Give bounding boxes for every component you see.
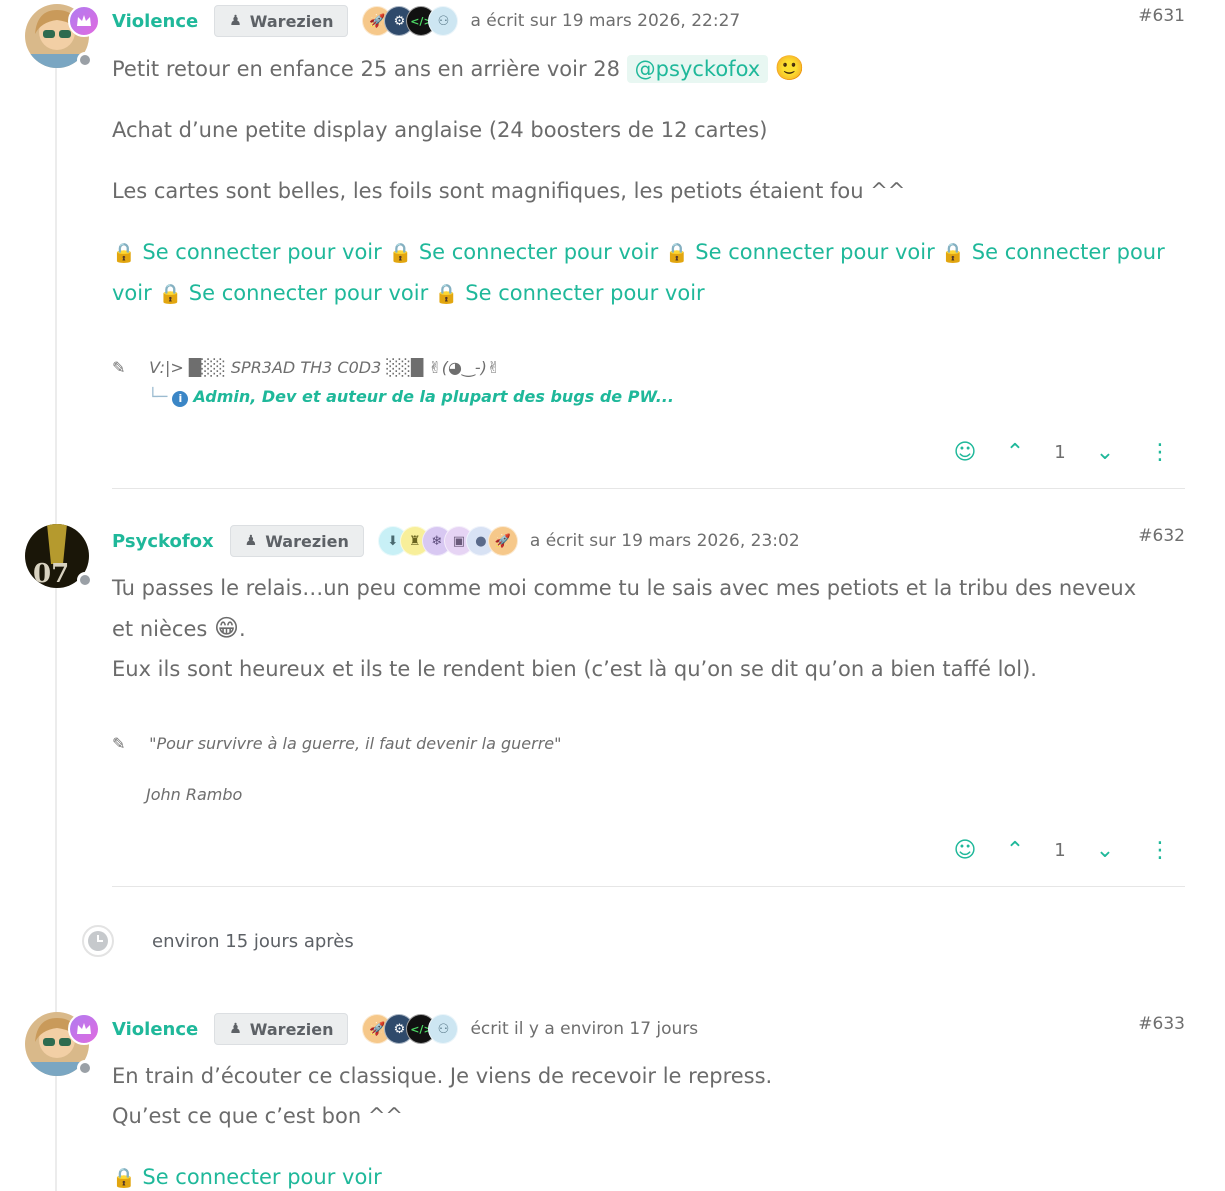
users-icon[interactable]: ⚇ — [428, 1014, 459, 1044]
content-line: Petit retour en enfance 25 ans en arrièr… — [112, 48, 1187, 89]
signature-link[interactable]: Admin, Dev et auteur de la plupart des b… — [193, 387, 674, 406]
group-label: Warezien — [249, 11, 334, 31]
content-line: Eux ils sont heureux et ils te le renden… — [112, 657, 1037, 681]
content-line: Tu passes le relais…un peu comme moi com… — [112, 576, 1137, 600]
post-content: En train d’écouter ce classique. Je vien… — [112, 1056, 1187, 1191]
group-label: Warezien — [265, 531, 349, 551]
more-options-icon[interactable]: ⋮ — [1135, 440, 1185, 465]
signature-text: "Pour survivre à la guerre, il faut deve… — [149, 734, 562, 753]
user-group-icon: ♟ — [244, 533, 258, 549]
content-line: et nièces 😁. — [112, 614, 246, 642]
group-badge[interactable]: ♟ Warezien — [214, 1013, 349, 1045]
upvote-icon[interactable]: ⌃ — [985, 440, 1045, 465]
user-mention[interactable]: @psyckofox — [626, 55, 769, 83]
username-link[interactable]: Violence — [112, 11, 198, 32]
badges-list: ⬇ ♜ ❄ ▣ ● 🚀 — [377, 526, 518, 556]
lock-icon: 🔒 — [158, 283, 183, 305]
user-group-icon: ♟ — [229, 1021, 242, 1037]
login-link[interactable]: Se connecter pour voir — [189, 281, 428, 305]
user-group-icon: ♟ — [229, 13, 242, 29]
login-link[interactable]: Se connecter pour voir — [419, 240, 658, 264]
username-link[interactable]: Psyckofox — [112, 531, 214, 552]
tree-connector: └─ — [148, 387, 168, 406]
vote-count: 1 — [1054, 840, 1066, 861]
info-icon: i — [172, 390, 189, 407]
post-header: Violence ♟ Warezien 🚀 ⚙ </> ⚇ écrit il y… — [112, 1013, 698, 1045]
upvote-icon[interactable]: ⌃ — [985, 838, 1045, 863]
post-actions: ☺ ⌃ 1 ⌄ ⋮ — [945, 838, 1185, 863]
post-actions: ☺ ⌃ 1 ⌄ ⋮ — [945, 440, 1185, 465]
post-header: Psyckofox ♟ Warezien ⬇ ♜ ❄ ▣ ● 🚀 a écrit… — [112, 525, 800, 557]
login-link[interactable]: Se connecter pour voir — [695, 240, 934, 264]
signature-line: John Rambo — [146, 785, 243, 804]
posted-timestamp[interactable]: a écrit sur 19 mars 2026, 22:27 — [470, 11, 740, 31]
vote-count: 1 — [1054, 442, 1066, 463]
content-text: et nièces — [112, 617, 208, 641]
rocket-icon[interactable]: 🚀 — [487, 526, 518, 556]
posted-timestamp[interactable]: écrit il y a environ 17 jours — [470, 1019, 698, 1039]
lock-icon: 🔒 — [664, 242, 689, 264]
post-number[interactable]: #633 — [1138, 1014, 1185, 1034]
content-line: Achat d’une petite display anglaise (24 … — [112, 118, 768, 142]
group-badge[interactable]: ♟ Warezien — [229, 525, 364, 557]
users-icon[interactable]: ⚇ — [428, 6, 459, 36]
group-label: Warezien — [249, 1019, 334, 1039]
downvote-icon[interactable]: ⌄ — [1075, 440, 1135, 465]
signature: ✎ "Pour survivre à la guerre, il faut de… — [112, 734, 562, 804]
admin-crown-icon — [68, 1013, 100, 1045]
group-badge[interactable]: ♟ Warezien — [214, 5, 349, 37]
content-line: Les cartes sont belles, les foils sont m… — [112, 179, 906, 203]
badges-list: 🚀 ⚙ </> ⚇ — [362, 6, 459, 36]
post-content: Petit retour en enfance 25 ans en arrièr… — [112, 48, 1187, 314]
clock-icon — [82, 925, 114, 957]
post-header: Violence ♟ Warezien 🚀 ⚙ </> ⚇ a écrit su… — [112, 5, 740, 37]
edit-signature-icon: ✎ — [112, 358, 126, 377]
reaction-smile-icon[interactable]: ☺ — [945, 440, 985, 465]
grin-emoji: 😁 — [214, 614, 240, 642]
svg-text:07: 07 — [33, 559, 69, 588]
post-divider — [112, 488, 1185, 489]
login-link[interactable]: Se connecter pour voir — [142, 240, 381, 264]
badges-list: 🚀 ⚙ </> ⚇ — [362, 1014, 459, 1044]
content-line: En train d’écouter ce classique. Je vien… — [112, 1064, 773, 1088]
content-line: Qu’est ce que c’est bon ^^ — [112, 1104, 404, 1128]
status-offline-indicator — [77, 572, 93, 588]
username-link[interactable]: Violence — [112, 1019, 198, 1040]
lock-icon: 🔒 — [434, 283, 459, 305]
signature-line: ✎ V:|> █░░ SPR3AD TH3 C0D3 ░░█ ✌(◕‿-)✌ — [112, 358, 674, 377]
posted-timestamp[interactable]: a écrit sur 19 mars 2026, 23:02 — [530, 531, 800, 551]
time-gap-separator: environ 15 jours après — [82, 925, 354, 957]
login-links: 🔒 Se connecter pour voir 🔒 Se connecter … — [112, 232, 1172, 314]
post-divider — [112, 886, 1185, 887]
smile-emoji: 🙂 — [774, 54, 805, 82]
lock-icon: 🔒 — [388, 242, 413, 264]
signature-text: V:|> █░░ SPR3AD TH3 C0D3 ░░█ ✌(◕‿-)✌ — [149, 358, 501, 377]
login-link[interactable]: Se connecter pour voir — [142, 1165, 381, 1189]
post-number[interactable]: #632 — [1138, 526, 1185, 546]
status-offline-indicator — [77, 1060, 93, 1076]
admin-crown-icon — [68, 5, 100, 37]
post-number[interactable]: #631 — [1138, 6, 1185, 26]
reaction-smile-icon[interactable]: ☺ — [945, 838, 985, 863]
downvote-icon[interactable]: ⌄ — [1075, 838, 1135, 863]
status-offline-indicator — [77, 52, 93, 68]
post-content: Tu passes le relais…un peu comme moi com… — [112, 568, 1187, 689]
time-gap-label: environ 15 jours après — [152, 930, 354, 952]
signature-line: └─ i Admin, Dev et auteur de la plupart d… — [112, 387, 674, 407]
signature: ✎ V:|> █░░ SPR3AD TH3 C0D3 ░░█ ✌(◕‿-)✌ └… — [112, 358, 674, 407]
more-options-icon[interactable]: ⋮ — [1135, 838, 1185, 863]
lock-icon: 🔒 — [941, 242, 966, 264]
login-link[interactable]: Se connecter pour voir — [465, 281, 704, 305]
content-text: Petit retour en enfance 25 ans en arrièr… — [112, 57, 620, 81]
lock-icon: 🔒 — [112, 242, 136, 264]
signature-line: ✎ "Pour survivre à la guerre, il faut de… — [112, 734, 562, 753]
lock-icon: 🔒 — [112, 1167, 136, 1189]
edit-signature-icon: ✎ — [112, 734, 126, 753]
login-links: 🔒 Se connecter pour voir — [112, 1157, 1187, 1191]
